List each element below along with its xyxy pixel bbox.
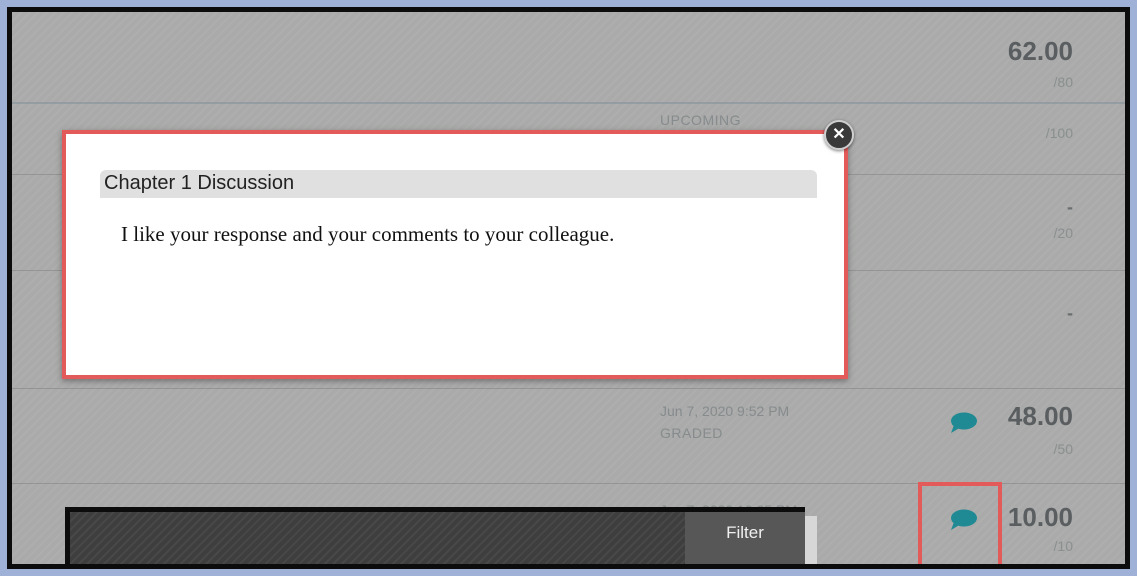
grade-out-of: /20 [1053, 225, 1073, 241]
grade-status: UPCOMING [660, 112, 741, 128]
grade-date: Jun 7, 2020 9:52 PM [660, 403, 790, 419]
feedback-popup: Chapter 1 Discussion I like your respons… [62, 130, 848, 379]
grade-score: 62.00 [1007, 36, 1073, 66]
grade-score: 48.00 [1007, 401, 1073, 431]
comment-icon-highlight [918, 482, 1002, 564]
comment-bubble-icon[interactable] [948, 411, 978, 435]
feedback-popup-body: I like your response and your comments t… [121, 222, 615, 246]
close-icon[interactable]: ✕ [824, 120, 854, 150]
grade-out-of: /80 [1053, 74, 1073, 90]
feedback-popup-title: Chapter 1 Discussion [104, 172, 295, 194]
grade-row: Jun 7, 2020 9:52 PM GRADED 48.00 /50 [12, 389, 1125, 484]
grades-view: 62.00 /80 UPCOMING /100 - /20 - Jun 7, 2… [7, 7, 1130, 569]
filter-button[interactable]: Filter [685, 512, 805, 564]
grade-out-of: /100 [1045, 125, 1073, 141]
grade-status: GRADED [660, 425, 723, 441]
feedback-popup-header: Chapter 1 Discussion [100, 170, 817, 198]
grade-row: 62.00 /80 [12, 12, 1125, 104]
filter-panel: Filter [65, 507, 805, 564]
grade-out-of: /50 [1053, 441, 1073, 457]
grade-score: - [1067, 197, 1073, 217]
filter-scrollbar[interactable] [805, 516, 817, 564]
grade-out-of: /10 [1053, 538, 1073, 554]
grade-score: - [1067, 303, 1073, 323]
grade-score: 10.00 [1007, 502, 1073, 532]
